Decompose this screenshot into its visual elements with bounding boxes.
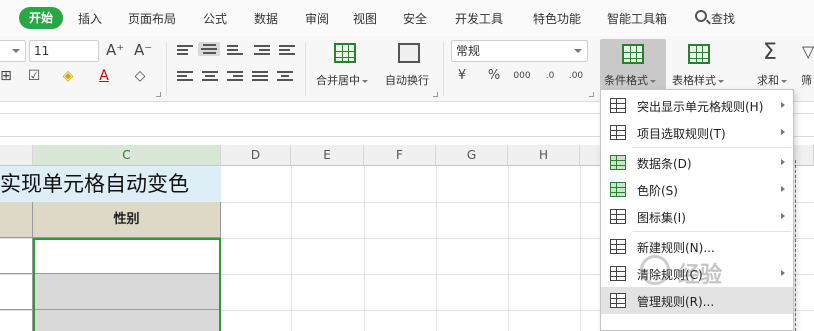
align-left-icon[interactable] bbox=[177, 69, 193, 83]
cell-c4[interactable] bbox=[33, 274, 221, 310]
decimal-increase-icon[interactable]: .0 bbox=[540, 66, 560, 86]
font-shrink-icon[interactable]: A⁻ bbox=[134, 41, 152, 59]
sum-icon[interactable]: Σ bbox=[763, 40, 777, 65]
menu-item-new-rule[interactable]: 新建规则(N)... bbox=[601, 233, 793, 260]
menu-bar: 开始 插入 页面布局 公式 数据 审阅 视图 安全 开发工具 特色功能 智能工具… bbox=[0, 0, 814, 36]
font-group-launcher-icon[interactable] bbox=[156, 92, 161, 97]
color-scales-icon bbox=[610, 182, 626, 197]
percent-icon[interactable]: % bbox=[484, 66, 504, 86]
menu-tab-review[interactable]: 审阅 bbox=[305, 10, 329, 27]
justify-icon[interactable] bbox=[252, 69, 268, 83]
manage-rules-icon bbox=[610, 293, 626, 308]
watermark-logo-icon bbox=[640, 255, 670, 285]
menu-item-highlight-rules[interactable]: 突出显示单元格规则(H) bbox=[601, 92, 793, 119]
align-group-launcher-icon[interactable] bbox=[433, 92, 438, 97]
menu-tab-security[interactable]: 安全 bbox=[403, 10, 427, 27]
cell-b5[interactable] bbox=[0, 310, 33, 331]
menu-item-data-bars[interactable]: 数据条(D) bbox=[601, 149, 793, 176]
header-cell-gender[interactable]: 性别 bbox=[33, 202, 221, 238]
menu-tab-home[interactable]: 开始 bbox=[19, 7, 63, 29]
menu-tab-smart-tools[interactable]: 智能工具箱 bbox=[607, 10, 667, 27]
table-style-button[interactable]: 表格样式 bbox=[672, 72, 724, 88]
cell-b3[interactable] bbox=[0, 238, 33, 274]
menu-tab-insert[interactable]: 插入 bbox=[78, 10, 102, 27]
align-bottom-icon[interactable] bbox=[227, 43, 243, 57]
column-header-b[interactable] bbox=[0, 145, 33, 166]
submenu-arrow-icon bbox=[781, 102, 785, 108]
submenu-arrow-icon bbox=[781, 186, 785, 192]
column-header-e[interactable]: E bbox=[291, 145, 364, 166]
merge-center-icon[interactable] bbox=[334, 43, 356, 63]
submenu-arrow-icon bbox=[781, 159, 785, 165]
font-size-combo[interactable]: 11 bbox=[29, 40, 99, 62]
top-bottom-rules-icon bbox=[610, 125, 626, 140]
indent-increase-icon[interactable] bbox=[279, 43, 295, 57]
font-name-combo[interactable] bbox=[0, 40, 26, 62]
border-icon[interactable]: ⊞ bbox=[0, 66, 16, 86]
cell-style-icon[interactable]: ☑ bbox=[24, 66, 44, 86]
watermark-text: 经验 bbox=[678, 263, 723, 288]
menu-item-top-bottom-rules[interactable]: 项目选取规则(T) bbox=[601, 119, 793, 146]
align-center-icon[interactable] bbox=[202, 69, 218, 83]
font-color-icon[interactable]: A bbox=[94, 66, 114, 86]
ribbon-divider bbox=[166, 42, 167, 96]
number-format-combo[interactable]: 常规 bbox=[451, 40, 588, 62]
ribbon-divider bbox=[305, 42, 306, 96]
table-style-icon[interactable] bbox=[688, 44, 710, 64]
icon-sets-icon bbox=[610, 209, 626, 224]
filter-icon[interactable]: ▽ bbox=[802, 42, 814, 61]
wrap-text-icon[interactable] bbox=[398, 43, 420, 63]
column-header-h[interactable]: H bbox=[508, 145, 580, 166]
align-middle-icon[interactable] bbox=[198, 42, 220, 56]
number-group-launcher-icon[interactable] bbox=[589, 92, 594, 97]
column-header-c[interactable]: C bbox=[33, 145, 221, 166]
search-icon[interactable] bbox=[695, 10, 707, 22]
ribbon-divider bbox=[443, 42, 444, 96]
clear-rules-icon bbox=[610, 266, 626, 281]
decimal-decrease-icon[interactable]: .00 bbox=[566, 66, 586, 86]
indent-decrease-icon[interactable] bbox=[254, 43, 270, 57]
cell-b4[interactable] bbox=[0, 274, 33, 310]
menu-item-manage-rules[interactable]: 管理规则(R)... bbox=[601, 287, 793, 314]
search-label[interactable]: 查找 bbox=[711, 10, 735, 27]
title-cell[interactable]: 实现单元格自动变色 bbox=[0, 166, 221, 202]
column-header-g[interactable]: G bbox=[436, 145, 508, 166]
header-cell-b[interactable] bbox=[0, 202, 33, 238]
menu-item-icon-sets[interactable]: 图标集(I) bbox=[601, 203, 793, 230]
data-bars-icon bbox=[610, 155, 626, 170]
filter-button[interactable]: 筛 bbox=[801, 72, 812, 88]
highlight-rules-icon bbox=[610, 98, 626, 113]
currency-icon[interactable]: ¥ bbox=[452, 66, 472, 86]
menu-tab-features[interactable]: 特色功能 bbox=[533, 10, 581, 27]
sum-button[interactable]: 求和 bbox=[757, 72, 787, 88]
submenu-arrow-icon bbox=[781, 129, 785, 135]
merge-center-button[interactable]: 合并居中 bbox=[316, 72, 368, 88]
align-right-icon[interactable] bbox=[227, 69, 243, 83]
menu-tab-page-layout[interactable]: 页面布局 bbox=[128, 10, 176, 27]
fill-color-icon[interactable]: ◈ bbox=[58, 66, 78, 86]
page-break-line bbox=[795, 160, 796, 331]
conditional-format-label: 条件格式 bbox=[604, 72, 656, 88]
menu-tab-formulas[interactable]: 公式 bbox=[203, 10, 227, 27]
submenu-arrow-icon bbox=[781, 213, 785, 219]
cell-c3[interactable] bbox=[33, 238, 221, 274]
menu-tab-data[interactable]: 数据 bbox=[254, 10, 278, 27]
column-header-d[interactable]: D bbox=[221, 145, 291, 166]
menu-tab-view[interactable]: 视图 bbox=[353, 10, 377, 27]
column-header-f[interactable]: F bbox=[364, 145, 436, 166]
menu-tab-developer[interactable]: 开发工具 bbox=[455, 10, 503, 27]
new-rule-icon bbox=[610, 239, 626, 254]
font-grow-icon[interactable]: A⁺ bbox=[106, 41, 124, 59]
cell-c5[interactable] bbox=[33, 310, 221, 331]
conditional-format-menu: 突出显示单元格规则(H) 项目选取规则(T) 数据条(D) 色阶(S) 图标集(… bbox=[600, 89, 794, 331]
thousands-icon[interactable]: 000 bbox=[512, 66, 532, 86]
wrap-text-button[interactable]: 自动换行 bbox=[385, 72, 429, 88]
clear-format-icon[interactable]: ◇ bbox=[130, 66, 150, 86]
align-top-icon[interactable] bbox=[177, 43, 193, 57]
conditional-format-icon bbox=[622, 44, 644, 64]
distribute-icon[interactable] bbox=[277, 69, 293, 83]
menu-item-color-scales[interactable]: 色阶(S) bbox=[601, 176, 793, 203]
submenu-arrow-icon bbox=[781, 270, 785, 276]
